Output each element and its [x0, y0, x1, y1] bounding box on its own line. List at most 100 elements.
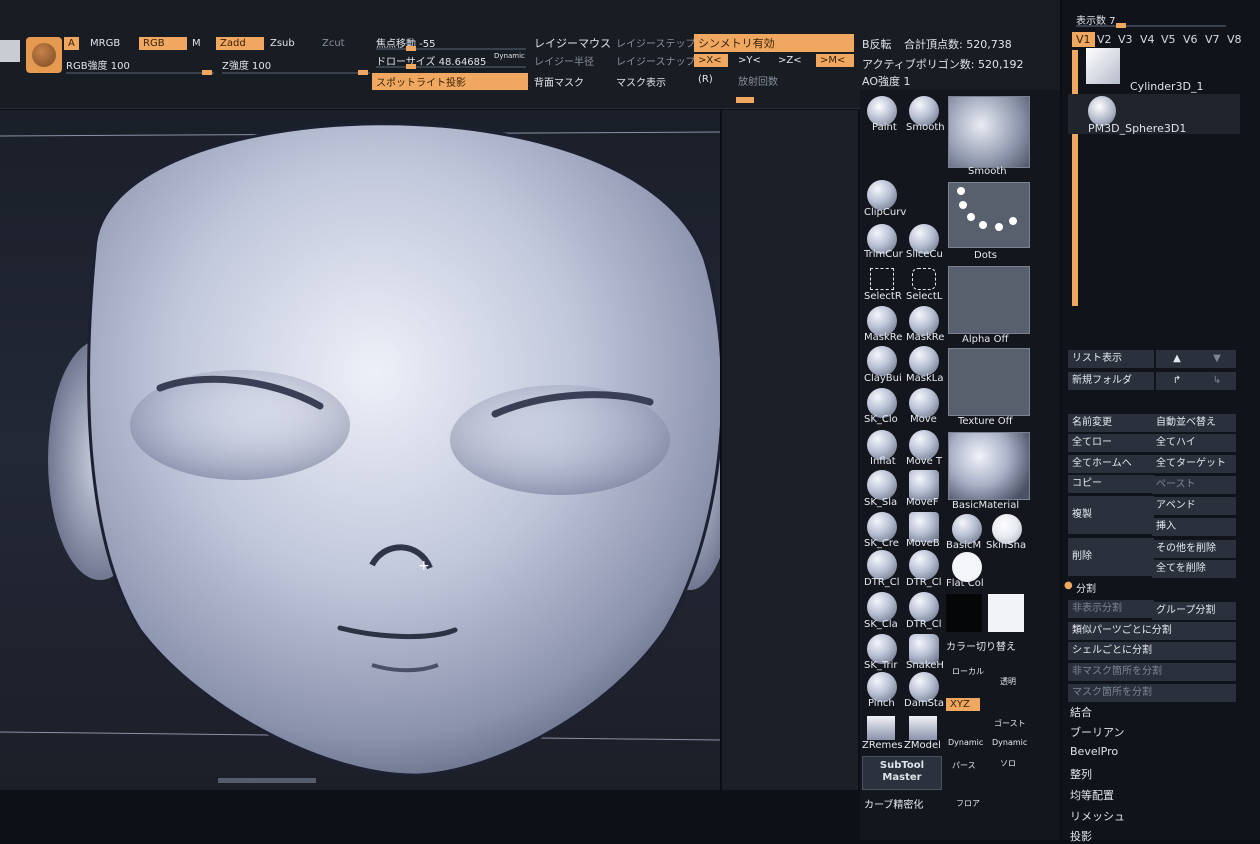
- alpha-tile[interactable]: [948, 266, 1030, 334]
- sk-slash-brush-icon[interactable]: [867, 470, 897, 500]
- xyz-button[interactable]: XYZ: [946, 698, 980, 711]
- move-down-icon[interactable]: ↳: [1198, 372, 1236, 390]
- sym-y-button[interactable]: >Y<: [738, 55, 761, 66]
- perspective-button[interactable]: パース: [952, 760, 976, 771]
- subtool-item-sphere-row[interactable]: PM3D_Sphere3D1: [1068, 94, 1240, 135]
- subtool-master-button[interactable]: SubTool Master: [862, 756, 942, 790]
- dtr-clay2-brush-icon[interactable]: [909, 550, 939, 580]
- clipcurve-brush-icon[interactable]: [867, 180, 897, 210]
- sym-m-button[interactable]: >M<: [816, 54, 854, 67]
- split-shell-button[interactable]: シェルごとに分割: [1068, 642, 1236, 660]
- dots-stroke-tile[interactable]: [948, 182, 1030, 248]
- delete-others-button[interactable]: その他を削除: [1152, 540, 1236, 558]
- split-unmasked-button[interactable]: 非マスク箇所を分割: [1068, 663, 1236, 681]
- zcut-button[interactable]: Zcut: [322, 38, 345, 49]
- lazy-mouse-button[interactable]: レイジーマウス: [534, 35, 611, 51]
- tab-v2[interactable]: V2: [1097, 33, 1112, 46]
- dynamic-toggle[interactable]: Dynamic: [494, 52, 525, 60]
- delete-button[interactable]: 削除: [1068, 538, 1154, 576]
- tab-v7[interactable]: V7: [1205, 33, 1220, 46]
- zadd-button[interactable]: Zadd: [216, 37, 264, 50]
- remesh-section[interactable]: リメッシュ: [1070, 808, 1125, 824]
- rename-button[interactable]: 名前変更: [1068, 414, 1154, 432]
- split-masked-button[interactable]: マスク箇所を分割: [1068, 684, 1236, 702]
- tab-v4[interactable]: V4: [1140, 33, 1155, 46]
- selectrect-brush-icon[interactable]: [870, 268, 894, 290]
- tab-v3[interactable]: V3: [1118, 33, 1133, 46]
- bottom-shelf-handle[interactable]: [218, 778, 316, 783]
- cylinder-thumbnail-icon[interactable]: [1086, 48, 1120, 84]
- split-hidden-button[interactable]: 非表示分割: [1068, 600, 1154, 618]
- insert-button[interactable]: 挿入: [1152, 518, 1236, 536]
- all-low-button[interactable]: 全てロー: [1068, 434, 1154, 452]
- subtool-scrollbar[interactable]: [1072, 50, 1078, 306]
- radial-r-button[interactable]: (R): [698, 74, 713, 85]
- smooth-tile[interactable]: [948, 96, 1030, 168]
- transparent-button[interactable]: 透明: [1000, 676, 1016, 687]
- texture-tile[interactable]: [948, 348, 1030, 416]
- distribute-section[interactable]: 均等配置: [1070, 787, 1114, 803]
- primary-color-swatch[interactable]: [988, 594, 1024, 632]
- align-section[interactable]: 整列: [1070, 766, 1092, 782]
- material-tile[interactable]: [948, 432, 1030, 500]
- zsub-button[interactable]: Zsub: [270, 38, 295, 49]
- a-button[interactable]: A: [64, 37, 79, 50]
- arrow-up-button[interactable]: ▲: [1156, 350, 1198, 368]
- group-split-button[interactable]: グループ分割: [1152, 602, 1236, 620]
- z-intensity-slider[interactable]: [222, 70, 370, 75]
- secondary-color-swatch[interactable]: [946, 594, 982, 632]
- tab-v1[interactable]: V1: [1072, 32, 1095, 47]
- mask-display-button[interactable]: マスク表示: [616, 74, 666, 89]
- split-section-header[interactable]: 分割: [1076, 580, 1096, 595]
- b-invert-button[interactable]: B反転: [862, 36, 892, 52]
- duplicate-button[interactable]: 複製: [1068, 496, 1154, 534]
- rgb-button[interactable]: RGB: [139, 37, 187, 50]
- split-similar-button[interactable]: 類似パーツごとに分割: [1068, 622, 1236, 640]
- claybuildup-brush-icon[interactable]: [867, 346, 897, 376]
- auto-reorder-button[interactable]: 自動並べ替え: [1152, 414, 1236, 432]
- mrgb-button[interactable]: MRGB: [90, 38, 120, 49]
- all-target-button[interactable]: 全てターゲット: [1152, 455, 1236, 473]
- curve-refine-button[interactable]: カーブ精密化: [864, 796, 923, 811]
- sk-claytube-brush-icon[interactable]: [867, 592, 897, 622]
- subtool-item-cylinder[interactable]: Cylinder3D_1: [1130, 80, 1204, 93]
- tab-v6[interactable]: V6: [1183, 33, 1198, 46]
- dtr-clay3-brush-icon[interactable]: [909, 592, 939, 622]
- focal-shift-slider[interactable]: [376, 46, 526, 51]
- delete-all-button[interactable]: 全てを削除: [1152, 560, 1236, 578]
- symmetry-button[interactable]: シンメトリ有効: [694, 34, 854, 52]
- rgb-intensity-slider[interactable]: [66, 70, 214, 75]
- radial-count-slider[interactable]: [736, 97, 754, 103]
- display-count-slider[interactable]: [1076, 23, 1226, 28]
- slider-knob[interactable]: [202, 70, 212, 75]
- all-high-button[interactable]: 全てハイ: [1152, 434, 1236, 452]
- project-section[interactable]: 投影: [1070, 828, 1092, 844]
- slider-knob[interactable]: [406, 64, 416, 69]
- all-home-button[interactable]: 全てホームへ: [1068, 455, 1154, 473]
- floor-button[interactable]: フロア: [956, 798, 980, 809]
- moveinfinite-brush-icon[interactable]: [909, 470, 939, 500]
- ghost-button[interactable]: ゴースト: [994, 718, 1026, 729]
- arrow-down-button[interactable]: ▼: [1198, 350, 1236, 368]
- sym-x-button[interactable]: >X<: [694, 54, 728, 67]
- solo-button[interactable]: ソロ: [1000, 758, 1016, 769]
- tab-v8[interactable]: V8: [1227, 33, 1242, 46]
- boolean-section[interactable]: ブーリアン: [1070, 724, 1125, 740]
- slider-knob[interactable]: [1116, 23, 1126, 28]
- list-view-button[interactable]: リスト表示: [1068, 350, 1154, 368]
- brush-preview-button[interactable]: [26, 37, 62, 73]
- local-button[interactable]: ローカル: [952, 666, 984, 677]
- dtr-clay-brush-icon[interactable]: [867, 550, 897, 580]
- zremesher-icon[interactable]: [867, 716, 895, 740]
- sculpt-viewport[interactable]: +: [0, 110, 720, 790]
- m-button[interactable]: M: [192, 38, 201, 49]
- move-up-icon[interactable]: ↱: [1156, 372, 1198, 390]
- masklasso-brush-icon[interactable]: [909, 346, 939, 376]
- backface-mask-button[interactable]: 背面マスク: [534, 74, 584, 89]
- selectlasso-brush-icon[interactable]: [912, 268, 936, 290]
- spotlight-button[interactable]: スポットライト投影: [372, 73, 528, 90]
- slider-knob[interactable]: [358, 70, 368, 75]
- zmodeler-icon[interactable]: [909, 716, 937, 740]
- new-folder-button[interactable]: 新規フォルダ: [1068, 372, 1154, 390]
- slider-knob[interactable]: [406, 46, 416, 51]
